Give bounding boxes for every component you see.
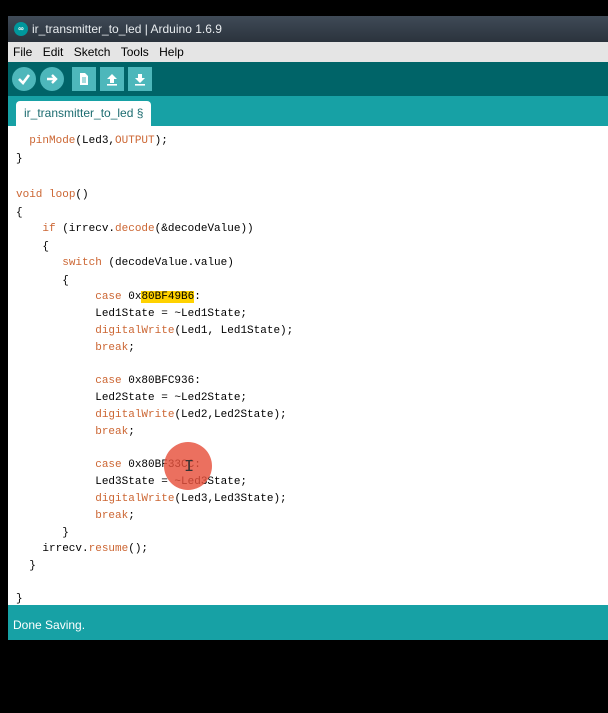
menu-edit[interactable]: Edit [41,42,66,62]
title-bar: ∞ ir_transmitter_to_led | Arduino 1.6.9 [8,16,608,42]
menu-file[interactable]: File [11,42,34,62]
window-title: ir_transmitter_to_led | Arduino 1.6.9 [32,22,222,36]
upload-button[interactable] [40,67,64,91]
code-line: } [16,153,23,165]
code-line: } [16,560,36,572]
up-arrow-icon [107,74,117,86]
tab-sketch[interactable]: ir_transmitter_to_led § [16,101,152,126]
toolbar [8,62,608,96]
open-button[interactable] [100,67,124,91]
down-arrow-icon [135,74,145,86]
code-line: { [16,275,69,287]
right-arrow-icon [47,74,58,84]
new-file-icon [80,73,88,85]
menu-sketch[interactable]: Sketch [72,42,113,62]
status-bar: Done Saving. [8,605,608,640]
code-line: Led3State = ~Led3State; [16,476,248,488]
code-line: break; [95,510,135,522]
selected-text: 80BF49B6 [141,291,195,303]
menu-help[interactable]: Help [157,42,186,62]
checkmark-icon [18,74,31,85]
code-line: switch (decodeValue.value) [62,257,234,269]
tab-strip: ir_transmitter_to_led § [8,96,608,126]
code-line: digitalWrite(Led1, Led1State); [95,325,294,337]
text-cursor-icon: I [184,458,195,477]
menu-bar: File Edit Sketch Tools Help [8,42,608,63]
code-line: case 0x80BFC936: [95,375,201,387]
code-line: Led1State = ~Led1State; [16,308,248,320]
code-line: digitalWrite(Led2,Led2State); [95,409,287,421]
new-button[interactable] [72,67,96,91]
save-button[interactable] [128,67,152,91]
code-line: { [16,241,50,253]
code-line: irrecv.resume(); [16,543,149,555]
code-line: digitalWrite(Led3,Led3State); [95,493,287,505]
code-editor[interactable]: pinMode(Led3,OUTPUT);} void loop() { if (i… [8,126,608,605]
code-line: Led2State = ~Led2State; [16,392,248,404]
code-line: break; [95,342,135,354]
menu-tools[interactable]: Tools [119,42,151,62]
code-line: void loop() [16,189,89,201]
status-message: Done Saving. [13,618,86,632]
verify-button[interactable] [12,67,36,91]
code-line: } [16,593,23,605]
code-line: } [16,527,69,539]
code-line: case 0x80BF49B6: [95,291,201,303]
code-line: if (irrecv.decode(&decodeValue)) [42,223,254,235]
code-line: break; [95,426,135,438]
arduino-logo-icon: ∞ [14,22,28,36]
code-line: pinMode(Led3,OUTPUT); [29,135,168,147]
code-line: { [16,207,23,219]
